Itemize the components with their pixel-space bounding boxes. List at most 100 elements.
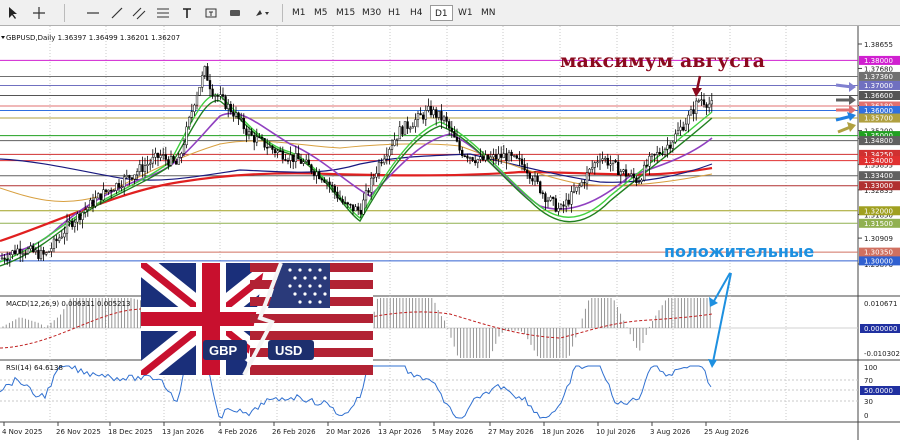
candle-body (383, 158, 386, 164)
candle-body (76, 213, 79, 223)
candle-body (559, 204, 563, 209)
candle-body (710, 100, 713, 105)
toolbar-separator (64, 4, 65, 22)
candle-body (557, 208, 560, 212)
candle-body (26, 248, 30, 254)
timeframe-h4[interactable]: H4 (406, 5, 427, 21)
candle-body (518, 157, 521, 160)
candle-body (97, 193, 100, 199)
candle-body (403, 121, 407, 135)
candle-body (258, 136, 261, 139)
candle-body (674, 133, 677, 143)
candle-body (362, 199, 365, 215)
timeframe-m30[interactable]: M30 (358, 5, 385, 21)
candle-body (84, 209, 87, 213)
timeframe-d1[interactable]: D1 (430, 5, 453, 21)
candle-body (143, 165, 147, 172)
candle-body (450, 128, 453, 132)
candle-body (268, 145, 271, 148)
candle-body (445, 116, 448, 122)
candle-body (146, 164, 149, 166)
fibonacci-icon[interactable] (154, 3, 172, 23)
horizontal-line-icon[interactable] (84, 3, 102, 23)
candle-body (492, 154, 495, 158)
timeframe-w1[interactable]: W1 (454, 5, 477, 21)
candle-body (583, 181, 586, 184)
timeframe-mn[interactable]: MN (477, 5, 500, 21)
candle-body (182, 144, 186, 154)
candle-body (455, 137, 459, 142)
candle-body (580, 181, 583, 187)
candle-body (195, 95, 199, 106)
candle-body (619, 171, 622, 176)
candle-body (19, 248, 22, 254)
candle-body (572, 190, 576, 193)
candle-body (570, 191, 573, 205)
text-icon[interactable] (178, 3, 196, 23)
candle-body (227, 103, 230, 110)
candle-body (266, 147, 269, 149)
channel-icon[interactable] (130, 3, 148, 23)
candle-body (338, 197, 342, 200)
candle-body (354, 206, 357, 212)
candle-body (666, 144, 669, 150)
time-tick-label: 4 Feb 2026 (218, 428, 258, 436)
candle-body (414, 119, 417, 127)
candle-body (323, 179, 326, 183)
trendline-icon[interactable] (108, 3, 126, 23)
timeframe-m5[interactable]: M5 (310, 5, 332, 21)
gbp-usd-flag-image: GBP USD (141, 263, 373, 375)
candle-body (585, 172, 589, 184)
candle-body (325, 181, 329, 184)
candle-body (427, 106, 430, 111)
candle-body (385, 155, 388, 160)
candle-body (648, 155, 651, 167)
price-level-label: 1.37000 (864, 82, 893, 90)
timeframe-h1[interactable]: H1 (384, 5, 405, 21)
crosshair-icon[interactable] (30, 3, 48, 23)
candle-body (676, 130, 680, 135)
candle-body (708, 103, 711, 108)
candle-body (476, 159, 479, 164)
time-tick-label: 10 Jul 2026 (596, 428, 636, 436)
candle-body (94, 197, 97, 207)
candle-body (432, 109, 435, 116)
candle-body (21, 253, 24, 255)
candle-body (364, 190, 368, 201)
rsi-panel[interactable] (0, 362, 858, 422)
candle-body (481, 156, 485, 161)
candle-body (650, 153, 654, 157)
candle-body (367, 190, 370, 193)
cursor-icon[interactable] (4, 3, 22, 23)
candle-body (692, 109, 695, 114)
candle-body (130, 177, 134, 180)
candle-body (453, 131, 456, 138)
candle-body (507, 151, 511, 162)
candle-body (679, 126, 682, 131)
price-level-label: 1.37360 (864, 73, 893, 81)
rsi-tick-30: 30 (864, 398, 873, 406)
candle-body (635, 177, 638, 184)
candle-body (221, 94, 225, 97)
candle-body (141, 164, 144, 172)
candle-body (513, 155, 516, 157)
candle-body (617, 161, 620, 176)
candle-body (552, 196, 555, 199)
timeframe-m1[interactable]: M1 (288, 5, 310, 21)
candle-body (201, 75, 204, 88)
candle-body (206, 66, 209, 81)
timeframe-m15[interactable]: M15 (332, 5, 359, 21)
rectangle-icon[interactable] (226, 3, 244, 23)
label-icon[interactable] (202, 3, 220, 23)
arrow-shapes-icon[interactable] (252, 3, 274, 23)
candle-body (687, 114, 690, 125)
candle-body (500, 153, 503, 158)
candle-body (533, 175, 537, 182)
price-chart[interactable]: 1.386551.376801.362001.352001.348801.338… (0, 26, 900, 440)
candle-body (331, 184, 334, 187)
candle-body (55, 238, 58, 242)
candle-body (468, 157, 472, 159)
candle-body (461, 149, 464, 156)
candle-body (58, 237, 61, 242)
candle-body (357, 206, 360, 211)
